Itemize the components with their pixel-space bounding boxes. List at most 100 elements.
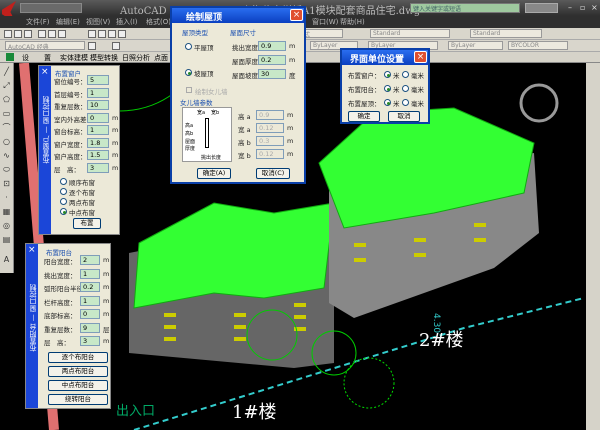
close-icon[interactable]: × bbox=[591, 3, 598, 12]
parapet-checkbox[interactable] bbox=[186, 87, 192, 93]
spline-icon[interactable]: ∿ bbox=[2, 151, 11, 160]
panel-close-icon[interactable]: × bbox=[28, 245, 36, 255]
point-icon[interactable]: · bbox=[2, 193, 11, 202]
field-input[interactable]: 0 bbox=[87, 112, 109, 123]
menu-insert[interactable]: 插入(I) bbox=[116, 17, 138, 27]
radio-flat-roof[interactable] bbox=[185, 43, 192, 50]
field-input[interactable]: 30 bbox=[258, 69, 286, 79]
search-input[interactable]: 键入关键字或短语 bbox=[410, 3, 520, 13]
radio-meter[interactable] bbox=[384, 85, 391, 92]
field-input[interactable]: 10 bbox=[87, 100, 109, 110]
region-icon[interactable]: ◎ bbox=[2, 221, 11, 230]
workspace-combo[interactable]: AutoCAD 经典 bbox=[5, 41, 85, 50]
menu-help[interactable]: 帮助(H) bbox=[340, 17, 365, 27]
radio-millimeter[interactable] bbox=[402, 71, 409, 78]
menu-format[interactable]: 格式(O) bbox=[146, 17, 171, 27]
ok-button[interactable]: 确定(A) bbox=[197, 168, 231, 179]
panel-close-icon[interactable]: × bbox=[41, 67, 49, 77]
single-balcony-button[interactable]: 逐个布阳台 bbox=[48, 352, 108, 363]
polygon-icon[interactable]: ⬠ bbox=[2, 95, 11, 104]
rectangle-icon[interactable]: ▭ bbox=[2, 109, 11, 118]
field-input[interactable]: 1 bbox=[80, 268, 100, 279]
layer-manager-icon[interactable] bbox=[112, 42, 120, 50]
radio-sequence[interactable] bbox=[60, 178, 67, 185]
radio-meter[interactable] bbox=[384, 99, 391, 106]
minimize-icon[interactable]: – bbox=[568, 3, 572, 12]
field-input[interactable]: 1.5 bbox=[87, 150, 109, 160]
circle-icon[interactable]: ○ bbox=[2, 137, 11, 146]
menu-model-convert[interactable]: 模型转换 bbox=[90, 53, 118, 63]
field-input[interactable]: 0 bbox=[80, 309, 100, 319]
cut-icon[interactable] bbox=[88, 30, 96, 38]
print-icon[interactable] bbox=[38, 30, 46, 38]
field-input[interactable]: 0.9 bbox=[256, 110, 284, 120]
menu-settings-2[interactable]: 置 bbox=[44, 53, 51, 63]
copy-icon[interactable] bbox=[98, 30, 106, 38]
two-point-balcony-button[interactable]: 两点布阳台 bbox=[48, 366, 108, 377]
close-icon[interactable]: × bbox=[290, 9, 303, 21]
field-input[interactable]: 3 bbox=[80, 336, 100, 346]
field-input[interactable]: 1 bbox=[80, 295, 100, 306]
wrap-balcony-button[interactable]: 绕转阳台 bbox=[48, 394, 108, 405]
field-input[interactable]: 1 bbox=[87, 125, 109, 135]
lineweight-combo[interactable]: ByLayer bbox=[448, 41, 503, 50]
new-icon[interactable] bbox=[4, 30, 12, 38]
line-icon[interactable]: ╱ bbox=[2, 67, 11, 76]
field-input[interactable]: 5 bbox=[87, 75, 109, 85]
menu-point-face[interactable]: 点面 bbox=[154, 53, 168, 63]
hatch-icon[interactable]: ▦ bbox=[2, 207, 11, 216]
polyline-icon[interactable]: ⤢ bbox=[2, 81, 11, 90]
match-properties-icon[interactable] bbox=[118, 30, 126, 38]
menu-settings-1[interactable]: 设 bbox=[22, 53, 29, 63]
midpoint-balcony-button[interactable]: 中点布阳台 bbox=[48, 380, 108, 391]
ellipse-icon[interactable]: ⬭ bbox=[2, 165, 11, 174]
field-input[interactable]: 0.2 bbox=[80, 282, 100, 292]
field-input[interactable]: 9 bbox=[80, 322, 100, 333]
insert-block-icon[interactable]: ⊡ bbox=[2, 179, 11, 188]
mtext-icon[interactable]: A bbox=[2, 255, 11, 264]
table-icon[interactable]: ▤ bbox=[2, 235, 11, 244]
radio-pitched-roof[interactable] bbox=[185, 69, 192, 76]
workspace-settings-icon[interactable] bbox=[88, 42, 96, 50]
menu-edit[interactable]: 编辑(E) bbox=[56, 17, 80, 27]
quick-access-toolbar[interactable] bbox=[20, 3, 82, 13]
field-input[interactable]: 2 bbox=[80, 255, 100, 265]
ok-button[interactable]: 确定 bbox=[348, 111, 380, 122]
field-input[interactable]: 1 bbox=[87, 87, 109, 98]
field-input[interactable]: 0.9 bbox=[258, 41, 286, 51]
table-style-combo[interactable]: Standard bbox=[470, 29, 542, 38]
menu-solid-modeling[interactable]: 实体建模 bbox=[60, 53, 88, 63]
maximize-icon[interactable]: ▫ bbox=[580, 3, 585, 12]
preview-icon[interactable] bbox=[48, 30, 56, 38]
cancel-button[interactable]: 取消(C) bbox=[256, 168, 290, 179]
open-icon[interactable] bbox=[14, 30, 22, 38]
radio-two-point[interactable] bbox=[60, 198, 67, 205]
close-icon[interactable]: × bbox=[414, 51, 427, 63]
text-style-combo[interactable]: Standard bbox=[370, 29, 450, 38]
menu-window[interactable]: 窗口(W) bbox=[312, 17, 338, 27]
cancel-button[interactable]: 取消 bbox=[388, 111, 420, 122]
field-input[interactable]: 1.8 bbox=[87, 137, 109, 148]
field-input[interactable]: 0.12 bbox=[256, 123, 284, 133]
vertical-scrollbar[interactable] bbox=[586, 63, 600, 430]
menu-sun-analysis[interactable]: 日照分析 bbox=[122, 53, 150, 63]
radio-single[interactable] bbox=[60, 188, 67, 195]
radio-meter[interactable] bbox=[384, 71, 391, 78]
radio-millimeter[interactable] bbox=[402, 99, 409, 106]
place-window-button[interactable]: 布置 bbox=[73, 218, 101, 229]
menu-view[interactable]: 视图(V) bbox=[86, 17, 110, 27]
radio-millimeter[interactable] bbox=[402, 85, 409, 92]
viewcube-icon[interactable] bbox=[519, 83, 559, 123]
field-input[interactable]: 3 bbox=[87, 162, 109, 173]
field-input[interactable]: 0.3 bbox=[256, 136, 284, 146]
radio-midpoint[interactable] bbox=[60, 208, 67, 215]
arc-icon[interactable]: ⌒ bbox=[2, 123, 11, 132]
infocenter-buttons[interactable] bbox=[525, 3, 558, 13]
save-icon[interactable] bbox=[24, 30, 32, 38]
field-input[interactable]: 0.12 bbox=[256, 149, 284, 159]
paste-icon[interactable] bbox=[108, 30, 116, 38]
field-input[interactable]: 0.2 bbox=[258, 55, 286, 65]
plotstyle-combo[interactable]: BYCOLOR bbox=[508, 41, 568, 50]
publish-icon[interactable] bbox=[58, 30, 66, 38]
menu-file[interactable]: 文件(F) bbox=[26, 17, 50, 27]
